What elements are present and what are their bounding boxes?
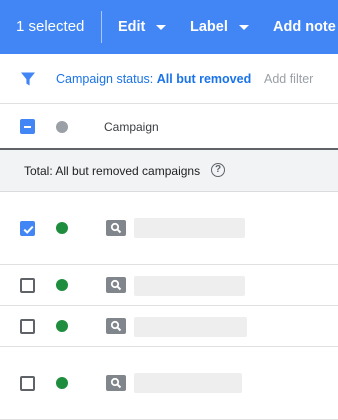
campaign-name-placeholder[interactable] <box>134 317 247 337</box>
total-label: Total: All but removed campaigns <box>24 164 201 178</box>
table-row[interactable] <box>0 347 338 420</box>
search-campaign-icon <box>106 277 126 293</box>
edit-menu-label: Edit <box>118 19 146 35</box>
campaigns-table-view: 1 selected Edit Label Add note Campaign … <box>0 0 338 420</box>
chevron-down-icon <box>238 24 249 30</box>
row-checkbox[interactable] <box>20 376 35 391</box>
table-row[interactable] <box>0 265 338 306</box>
campaign-name-placeholder[interactable] <box>134 218 245 238</box>
status-enabled-dot <box>56 222 68 234</box>
chevron-down-icon <box>156 24 167 30</box>
row-checkbox[interactable] <box>20 278 35 293</box>
filter-funnel-icon[interactable] <box>20 71 36 87</box>
select-all-checkbox[interactable] <box>20 119 35 134</box>
toolbar-divider <box>101 11 102 43</box>
add-note-button[interactable]: Add note <box>273 18 336 36</box>
check-icon <box>23 225 34 234</box>
edit-menu-button[interactable]: Edit <box>118 18 167 36</box>
table-header-row: Campaign <box>0 104 338 150</box>
status-column-icon <box>56 121 68 133</box>
add-note-label: Add note <box>273 19 336 35</box>
campaign-name-placeholder[interactable] <box>134 373 242 393</box>
filter-chip-prefix: Campaign status: <box>56 72 157 86</box>
selected-count: 1 selected <box>16 18 85 35</box>
question-circle-icon[interactable]: ? <box>211 163 225 177</box>
status-enabled-dot <box>56 377 68 389</box>
search-campaign-icon <box>106 220 126 236</box>
filter-chip-value: All but removed <box>156 72 252 86</box>
status-enabled-dot <box>56 279 68 291</box>
label-menu-label: Label <box>190 19 228 35</box>
row-checkbox[interactable] <box>20 319 35 334</box>
selection-toolbar: 1 selected Edit Label Add note <box>0 0 338 54</box>
table-row[interactable] <box>0 192 338 265</box>
campaign-status-filter-chip[interactable]: Campaign status: All but removed <box>56 72 251 87</box>
status-enabled-dot <box>56 320 68 332</box>
search-campaign-icon <box>106 375 126 391</box>
label-menu-button[interactable]: Label <box>190 18 249 36</box>
filter-bar: Campaign status: All but removed Add fil… <box>0 54 338 104</box>
add-filter-button[interactable]: Add filter <box>264 72 313 87</box>
total-row: Total: All but removed campaigns ? <box>0 150 338 192</box>
campaign-column-header[interactable]: Campaign <box>104 120 159 134</box>
search-campaign-icon <box>106 318 126 334</box>
row-checkbox[interactable] <box>20 221 35 236</box>
table-row[interactable] <box>0 306 338 347</box>
campaign-name-placeholder[interactable] <box>134 276 245 296</box>
